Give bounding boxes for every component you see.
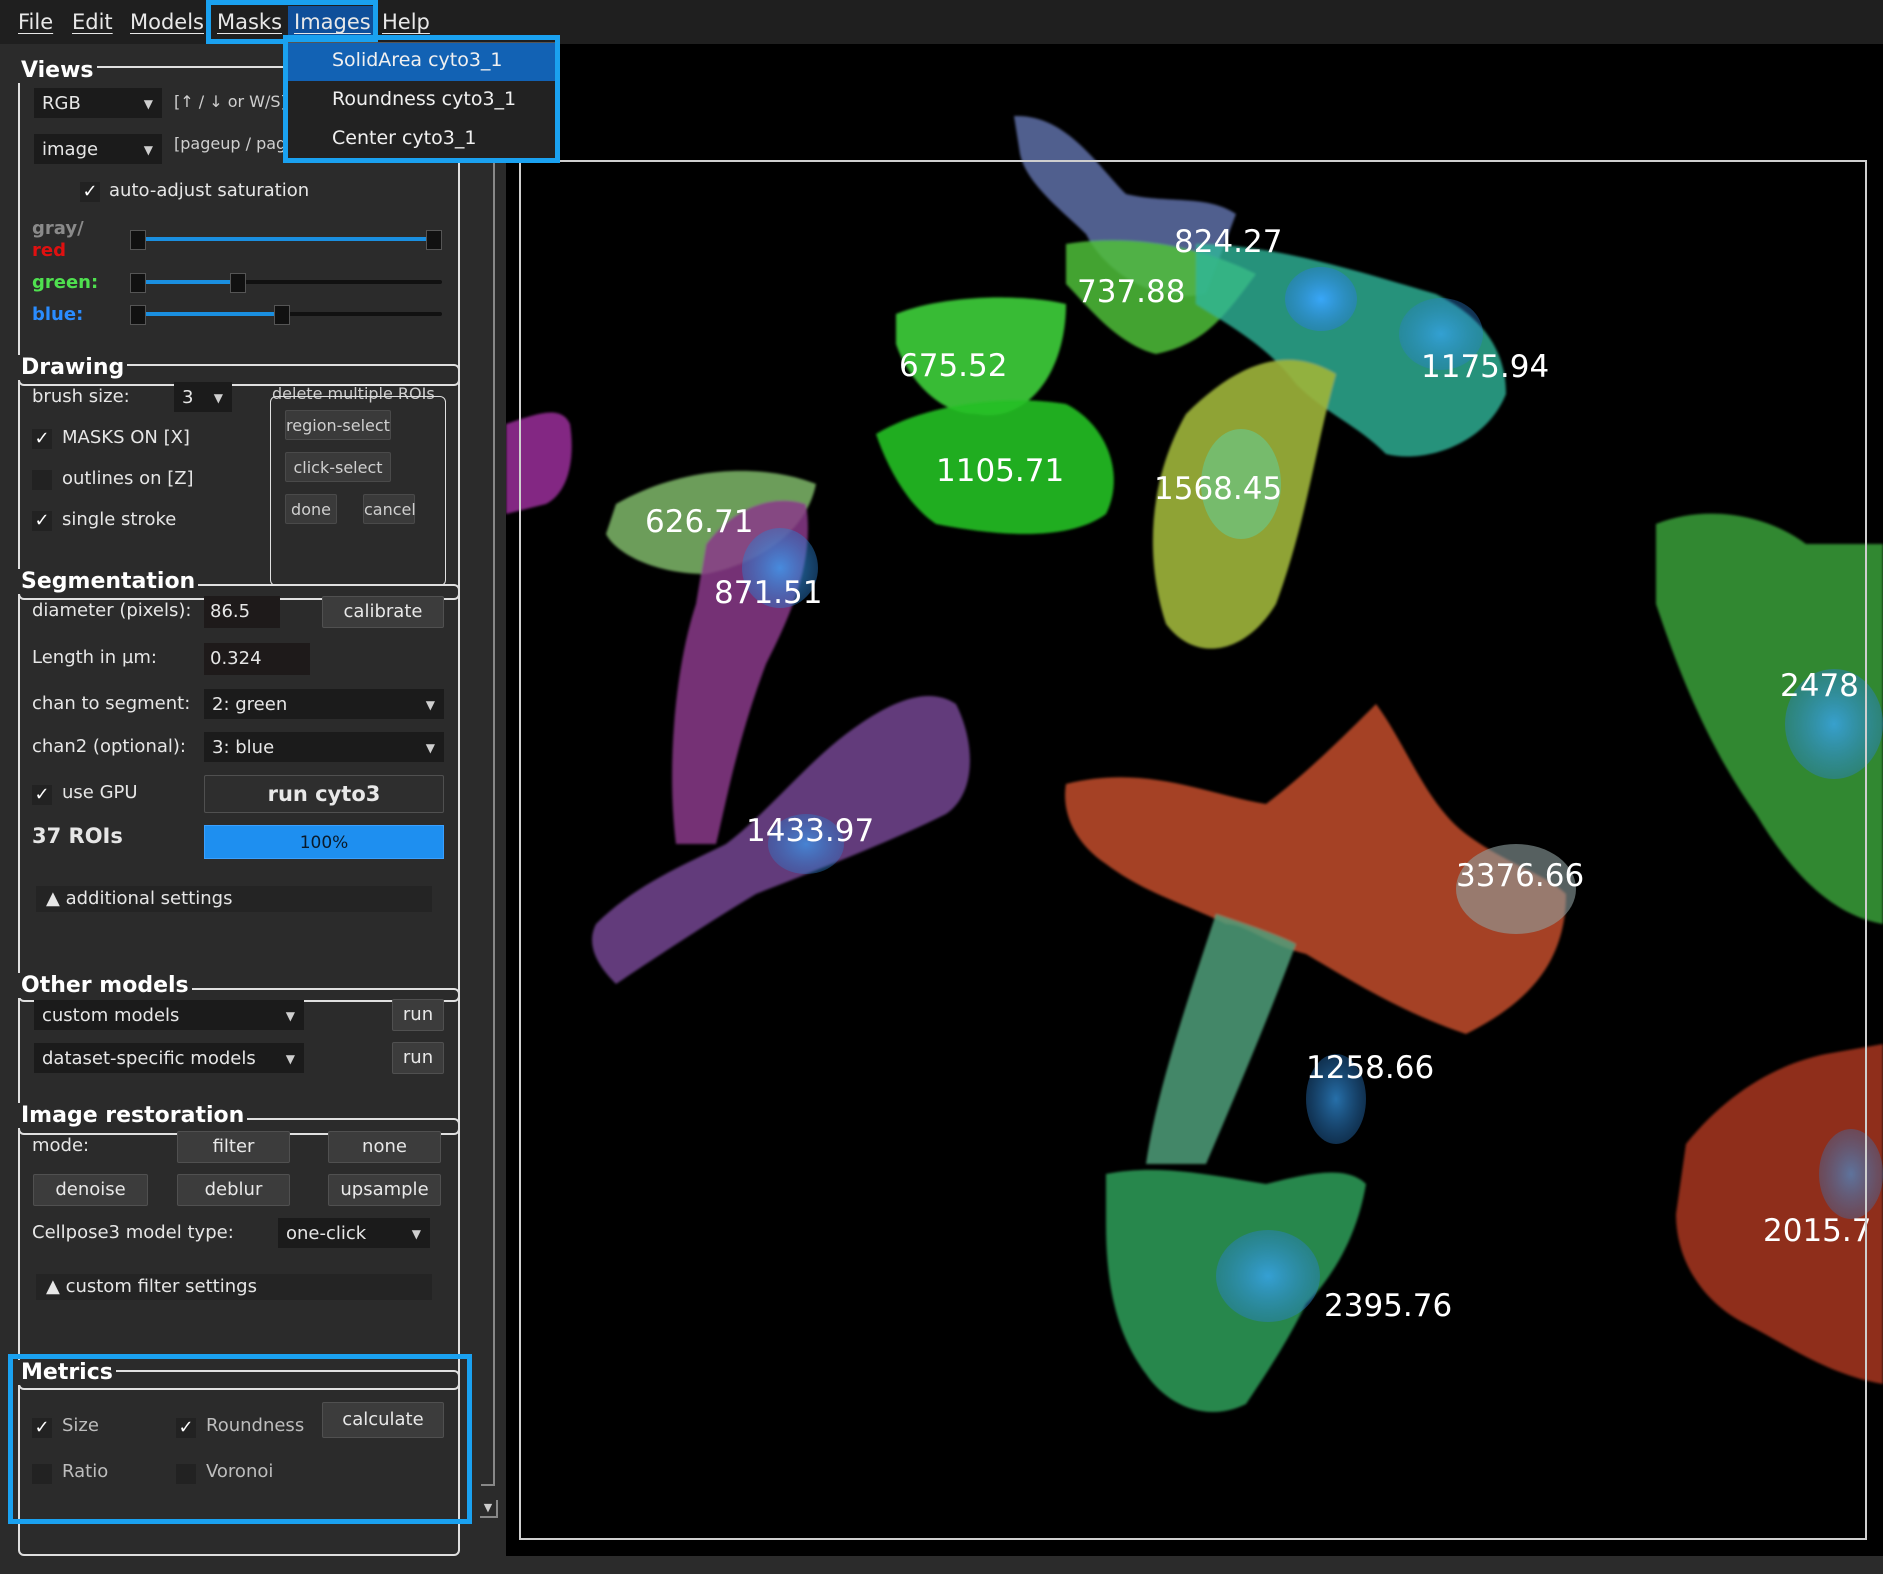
menu-file[interactable]: File	[12, 6, 59, 38]
other-models-title: Other models	[18, 973, 192, 998]
chan2-select[interactable]: 3: blue ▼	[204, 732, 444, 762]
single-stroke-checkbox[interactable]: ✓	[32, 511, 52, 531]
red-label: red	[32, 240, 66, 261]
auto-adjust-checkbox[interactable]: ✓	[80, 182, 100, 202]
chan2-label: chan2 (optional):	[32, 736, 186, 757]
use-gpu-label: use GPU	[62, 782, 138, 803]
cancel-button[interactable]: cancel	[363, 494, 416, 524]
run-dataset-model-button[interactable]: run	[392, 1042, 444, 1074]
mode-label: mode:	[32, 1135, 90, 1156]
single-stroke-label: single stroke	[62, 509, 177, 530]
panel-scrollbar[interactable]: ▼	[478, 44, 498, 1554]
chevron-down-icon: ▼	[285, 1052, 295, 1066]
run-custom-model-button[interactable]: run	[392, 999, 444, 1031]
diameter-label: diameter (pixels):	[32, 600, 192, 621]
chevron-down-icon: ▼	[213, 391, 223, 405]
auto-adjust-label: auto-adjust saturation	[109, 180, 310, 201]
green-label: green:	[32, 272, 99, 293]
cellpose3-model-type-select[interactable]: one-click ▼	[278, 1218, 430, 1248]
masks-on-label: MASKS ON [X]	[62, 427, 190, 448]
chevron-down-icon: ▼	[425, 698, 435, 712]
chevron-down-icon: ▼	[143, 97, 153, 111]
custom-filter-settings-toggle[interactable]: ▲ custom filter settings	[36, 1274, 432, 1300]
chan-to-segment-label: chan to segment:	[32, 693, 191, 714]
cellpose3-model-type-label: Cellpose3 model type:	[32, 1222, 234, 1243]
outlines-on-label: outlines on [Z]	[62, 468, 194, 489]
dataset-models-select[interactable]: dataset-specific models ▼	[34, 1043, 304, 1073]
segmentation-progress-bar: 100%	[204, 825, 444, 859]
chevron-down-icon: ▼	[143, 143, 153, 157]
none-button[interactable]: none	[328, 1131, 441, 1163]
chan-to-segment-select[interactable]: 2: green ▼	[204, 689, 444, 719]
control-panel: Views RGB ▼ [↑ / ↓ or W/S] image ▼ [pageup…	[0, 44, 478, 1556]
deblur-button[interactable]: deblur	[177, 1174, 290, 1206]
chevron-down-icon: ▼	[285, 1009, 295, 1023]
scroll-down-icon[interactable]: ▼	[480, 1500, 498, 1518]
denoise-button[interactable]: denoise	[33, 1174, 148, 1206]
brush-size-label: brush size:	[32, 386, 130, 407]
length-label: Length in µm:	[32, 647, 157, 668]
masks-on-checkbox[interactable]: ✓	[32, 429, 52, 449]
outlines-on-checkbox[interactable]	[32, 470, 52, 490]
red-slider-max-handle[interactable]	[426, 230, 442, 250]
menu-help[interactable]: Help	[376, 6, 436, 38]
gray-label: gray/	[32, 218, 84, 239]
chevron-down-icon: ▼	[425, 741, 435, 755]
scrollbar-track	[481, 104, 495, 1486]
chevron-down-icon: ▼	[411, 1227, 421, 1241]
length-input[interactable]: 0.324	[204, 643, 310, 675]
view-mode-select[interactable]: image ▼	[34, 134, 162, 164]
green-slider-min-handle[interactable]	[130, 273, 146, 293]
done-button[interactable]: done	[285, 494, 337, 524]
green-slider-max-handle[interactable]	[230, 273, 246, 293]
drawing-title: Drawing	[18, 355, 128, 380]
roi-count: 37 ROIs	[32, 824, 123, 848]
segmentation-title: Segmentation	[18, 569, 199, 594]
run-cyto3-button[interactable]: run cyto3	[204, 775, 444, 813]
region-select-button[interactable]: region-select	[285, 410, 391, 440]
calibrate-button[interactable]: calibrate	[322, 596, 444, 628]
views-title: Views	[18, 58, 97, 83]
view-mode-hint: [pageup / page	[174, 134, 297, 153]
red-slider-min-handle[interactable]	[130, 230, 146, 250]
image-view-frame	[519, 160, 1867, 1540]
additional-settings-toggle[interactable]: ▲ additional settings	[36, 886, 432, 912]
click-select-button[interactable]: click-select	[285, 452, 391, 482]
diameter-input[interactable]: 86.5	[204, 596, 280, 628]
use-gpu-checkbox[interactable]: ✓	[32, 785, 52, 805]
brush-size-select[interactable]: 3 ▼	[174, 382, 232, 412]
red-slider-fill	[138, 237, 434, 241]
blue-label: blue:	[32, 304, 84, 325]
color-mode-select[interactable]: RGB ▼	[34, 88, 162, 118]
blue-slider-min-handle[interactable]	[130, 305, 146, 325]
menu-edit[interactable]: Edit	[66, 6, 119, 38]
custom-models-select[interactable]: custom models ▼	[34, 1000, 304, 1030]
blue-slider-fill	[138, 312, 284, 316]
blue-slider-max-handle[interactable]	[274, 305, 290, 325]
green-slider-fill	[138, 280, 238, 284]
highlight-frame-dropdown	[283, 35, 560, 163]
color-mode-hint: [↑ / ↓ or W/S]	[174, 92, 287, 111]
highlight-frame-metrics	[8, 1354, 472, 1524]
image-restoration-title: Image restoration	[18, 1103, 248, 1128]
upsample-button[interactable]: upsample	[328, 1174, 441, 1206]
menu-models[interactable]: Models	[124, 6, 210, 38]
status-bar	[0, 1556, 1883, 1574]
filter-button[interactable]: filter	[177, 1131, 290, 1163]
